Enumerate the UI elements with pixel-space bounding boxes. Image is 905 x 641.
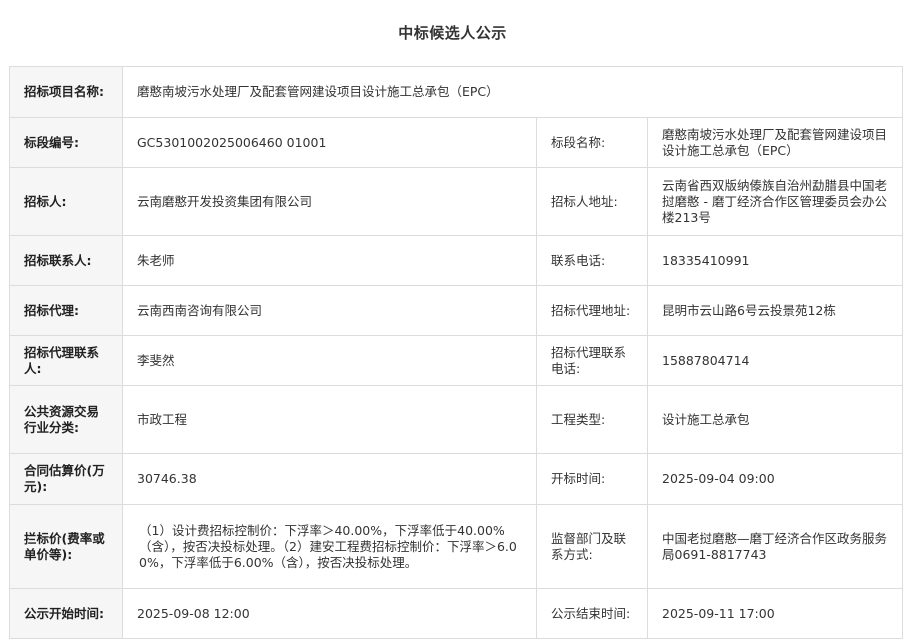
table-row: 招标联系人: 朱老师 联系电话: 18335410991 (9, 235, 904, 286)
industry-value: 市政工程 (122, 385, 537, 454)
control-price-label: 拦标价(费率或单价等): (9, 504, 123, 589)
section-name-label: 标段名称: (536, 117, 648, 168)
supervisor-label: 监督部门及联系方式: (536, 504, 648, 589)
agent-value: 云南西南咨询有限公司 (122, 285, 537, 336)
publicity-start-value: 2025-09-08 12:00 (122, 588, 537, 639)
table-row: 招标代理联系人: 李斐然 招标代理联系电话: 15887804714 (9, 335, 904, 386)
control-price-value: （1）设计费招标控制价：下浮率＞40.00%，下浮率低于40.00%（含），按否… (122, 504, 537, 589)
section-no-label: 标段编号: (9, 117, 123, 168)
section-name-value: 磨憨南坡污水处理厂及配套管网建设项目设计施工总承包（EPC） (646, 117, 904, 168)
project-name-label: 招标项目名称: (9, 66, 123, 118)
info-table: 招标项目名称: 磨憨南坡污水处理厂及配套管网建设项目设计施工总承包（EPC） 标… (9, 66, 904, 639)
project-name-value: 磨憨南坡污水处理厂及配套管网建设项目设计施工总承包（EPC） (121, 66, 904, 118)
contact-phone-value: 18335410991 (646, 235, 904, 286)
table-row: 公示开始时间: 2025-09-08 12:00 公示结束时间: 2025-09… (9, 588, 904, 639)
supervisor-value: 中国老挝磨憨—磨丁经济合作区政务服务局0691-8817743 (646, 504, 904, 589)
tenderer-address-value: 云南省西双版纳傣族自治州勐腊县中国老挝磨憨 - 磨丁经济合作区管理委员会办公楼2… (646, 167, 904, 236)
table-row: 招标代理: 云南西南咨询有限公司 招标代理地址: 昆明市云山路6号云投景苑12栋 (9, 285, 904, 336)
table-row: 拦标价(费率或单价等): （1）设计费招标控制价：下浮率＞40.00%，下浮率低… (9, 504, 904, 589)
table-row: 公共资源交易行业分类: 市政工程 工程类型: 设计施工总承包 (9, 385, 904, 454)
tender-contact-value: 朱老师 (122, 235, 537, 286)
estimated-price-value: 30746.38 (122, 453, 537, 505)
tenderer-address-label: 招标人地址: (536, 167, 648, 236)
contact-phone-label: 联系电话: (536, 235, 648, 286)
table-row: 招标人: 云南磨憨开发投资集团有限公司 招标人地址: 云南省西双版纳傣族自治州勐… (9, 167, 904, 236)
agent-address-label: 招标代理地址: (536, 285, 648, 336)
bid-open-time-label: 开标时间: (536, 453, 648, 505)
section-no-value: GC5301002025006460 01001 (122, 117, 537, 168)
agent-contact-label: 招标代理联系人: (9, 335, 123, 386)
publicity-end-value: 2025-09-11 17:00 (646, 588, 904, 639)
bid-open-time-value: 2025-09-04 09:00 (646, 453, 904, 505)
agent-label: 招标代理: (9, 285, 123, 336)
agent-phone-label: 招标代理联系电话: (536, 335, 648, 386)
publicity-end-label: 公示结束时间: (536, 588, 648, 639)
page-title: 中标候选人公示 (398, 24, 507, 42)
tenderer-label: 招标人: (9, 167, 123, 236)
tenderer-value: 云南磨憨开发投资集团有限公司 (122, 167, 537, 236)
project-type-label: 工程类型: (536, 385, 648, 454)
table-row: 招标项目名称: 磨憨南坡污水处理厂及配套管网建设项目设计施工总承包（EPC） (9, 66, 904, 118)
table-row: 标段编号: GC5301002025006460 01001 标段名称: 磨憨南… (9, 117, 904, 168)
agent-address-value: 昆明市云山路6号云投景苑12栋 (646, 285, 904, 336)
publicity-start-label: 公示开始时间: (9, 588, 123, 639)
industry-label: 公共资源交易行业分类: (9, 385, 123, 454)
agent-phone-value: 15887804714 (646, 335, 904, 386)
table-row: 合同估算价(万元): 30746.38 开标时间: 2025-09-04 09:… (9, 453, 904, 505)
estimated-price-label: 合同估算价(万元): (9, 453, 123, 505)
agent-contact-value: 李斐然 (122, 335, 537, 386)
tender-contact-label: 招标联系人: (9, 235, 123, 286)
project-type-value: 设计施工总承包 (646, 385, 904, 454)
